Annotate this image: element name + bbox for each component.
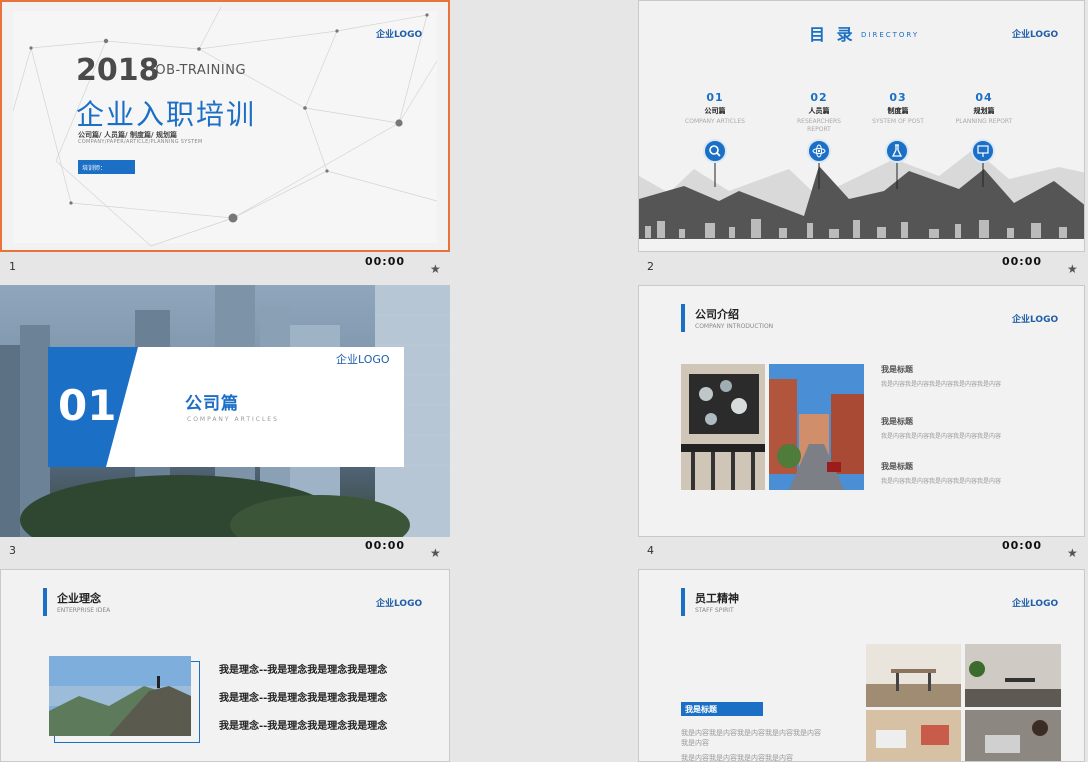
logo-text: 企业LOGO bbox=[376, 599, 423, 609]
star-icon[interactable]: ★ bbox=[1067, 262, 1078, 276]
slide-title: 员工精神 bbox=[695, 592, 739, 605]
interior-photo bbox=[681, 364, 765, 490]
idea-line: 我是理念--我是理念我是理念我是理念 bbox=[219, 665, 388, 676]
mountain-photo bbox=[49, 656, 191, 736]
block-text: 我是内容我是内容我是内容我是内容我是内容 bbox=[881, 433, 1002, 440]
star-icon[interactable]: ★ bbox=[430, 262, 441, 276]
slide-thumbnail-1[interactable]: 企业LOGO 2018 JOB-TRAINING 企业入职培训 公司篇/ 人员篇… bbox=[0, 0, 450, 252]
section-accent-bar bbox=[681, 588, 685, 616]
slide-subtitle-en: COMPANY/PAPER/ARTICLE/PLANNING SYSTEM bbox=[78, 139, 203, 145]
content-text: 我是内容我是内容我是内容我是内容 bbox=[681, 754, 793, 762]
mountain-skyline-graphic bbox=[639, 149, 1084, 239]
block-heading: 我是标题 bbox=[881, 365, 913, 374]
slide-title-en: ENTERPRISE IDEA bbox=[57, 607, 111, 614]
slide-title: 企业入职培训 bbox=[76, 98, 257, 131]
street-photo bbox=[769, 364, 864, 490]
content-text: 我是内容我是内容我是内容我是内容我是内容我是内容 bbox=[681, 729, 821, 747]
slide-thumbnail-5[interactable]: 企业理念 ENTERPRISE IDEA 企业LOGO 我是理念--我是理念我是… bbox=[0, 569, 450, 762]
block-text: 我是内容我是内容我是内容我是内容我是内容 bbox=[881, 478, 1002, 485]
year-text: 2018 bbox=[76, 53, 160, 88]
slide-number-2: 2 bbox=[647, 260, 654, 273]
logo-text: 企业LOGO bbox=[1012, 315, 1059, 325]
content-tag: 我是标题 bbox=[681, 702, 763, 716]
idea-line: 我是理念--我是理念我是理念我是理念 bbox=[219, 721, 388, 732]
slide-number-3: 3 bbox=[9, 544, 16, 557]
slide-title-en: STAFF SPIRIT bbox=[695, 607, 734, 614]
section-number: 01 bbox=[58, 381, 117, 430]
slide-title-en: COMPANY INTRODUCTION bbox=[695, 323, 774, 330]
block-heading: 我是标题 bbox=[881, 462, 913, 471]
slide-thumbnail-3[interactable]: 01 公司篇 COMPANY ARTICLES 企业LOGO bbox=[0, 285, 450, 537]
slide-title: 公司篇 bbox=[185, 394, 239, 414]
office-photo-1 bbox=[866, 644, 961, 707]
block-heading: 我是标题 bbox=[881, 417, 913, 426]
office-photo-4 bbox=[965, 710, 1061, 761]
presentation-icon bbox=[971, 139, 995, 163]
flask-icon bbox=[885, 139, 909, 163]
slide-number-1: 1 bbox=[9, 260, 16, 273]
office-photo-2 bbox=[965, 644, 1061, 707]
search-icon bbox=[703, 139, 727, 163]
slide-time-4: 00:00 bbox=[1002, 539, 1043, 552]
star-icon[interactable]: ★ bbox=[1067, 546, 1078, 560]
job-training-text: JOB-TRAINING bbox=[151, 63, 247, 78]
slide-thumbnail-2[interactable]: 企业LOGO 目 录 DIRECTORY 01 公司篇 COMPANY ARTI… bbox=[638, 0, 1085, 252]
section-accent-bar bbox=[681, 304, 685, 332]
slide-time-1: 00:00 bbox=[365, 255, 406, 268]
slide-number-4: 4 bbox=[647, 544, 654, 557]
slide-time-3: 00:00 bbox=[365, 539, 406, 552]
slide-thumbnail-6[interactable]: 员工精神 STAFF SPIRIT 企业LOGO 我是标题 我是内容我是内容我是… bbox=[638, 569, 1085, 762]
slide-title: 公司介绍 bbox=[695, 308, 739, 321]
slide-title: 企业理念 bbox=[57, 592, 101, 605]
block-text: 我是内容我是内容我是内容我是内容我是内容 bbox=[881, 381, 1002, 388]
office-photo-3 bbox=[866, 710, 961, 761]
slide-thumbnail-4[interactable]: 公司介绍 COMPANY INTRODUCTION 企业LOGO 我是标题 我是… bbox=[638, 285, 1085, 537]
logo-text: 企业LOGO bbox=[376, 30, 423, 40]
logo-text: 企业LOGO bbox=[336, 353, 390, 366]
logo-text: 企业LOGO bbox=[1012, 599, 1059, 609]
atom-icon bbox=[807, 139, 831, 163]
idea-line: 我是理念--我是理念我是理念我是理念 bbox=[219, 693, 388, 704]
slide-time-2: 00:00 bbox=[1002, 255, 1043, 268]
star-icon[interactable]: ★ bbox=[430, 546, 441, 560]
section-accent-bar bbox=[43, 588, 47, 616]
slide-title-en: COMPANY ARTICLES bbox=[187, 416, 279, 423]
trainer-label: 培训师： bbox=[78, 160, 135, 174]
